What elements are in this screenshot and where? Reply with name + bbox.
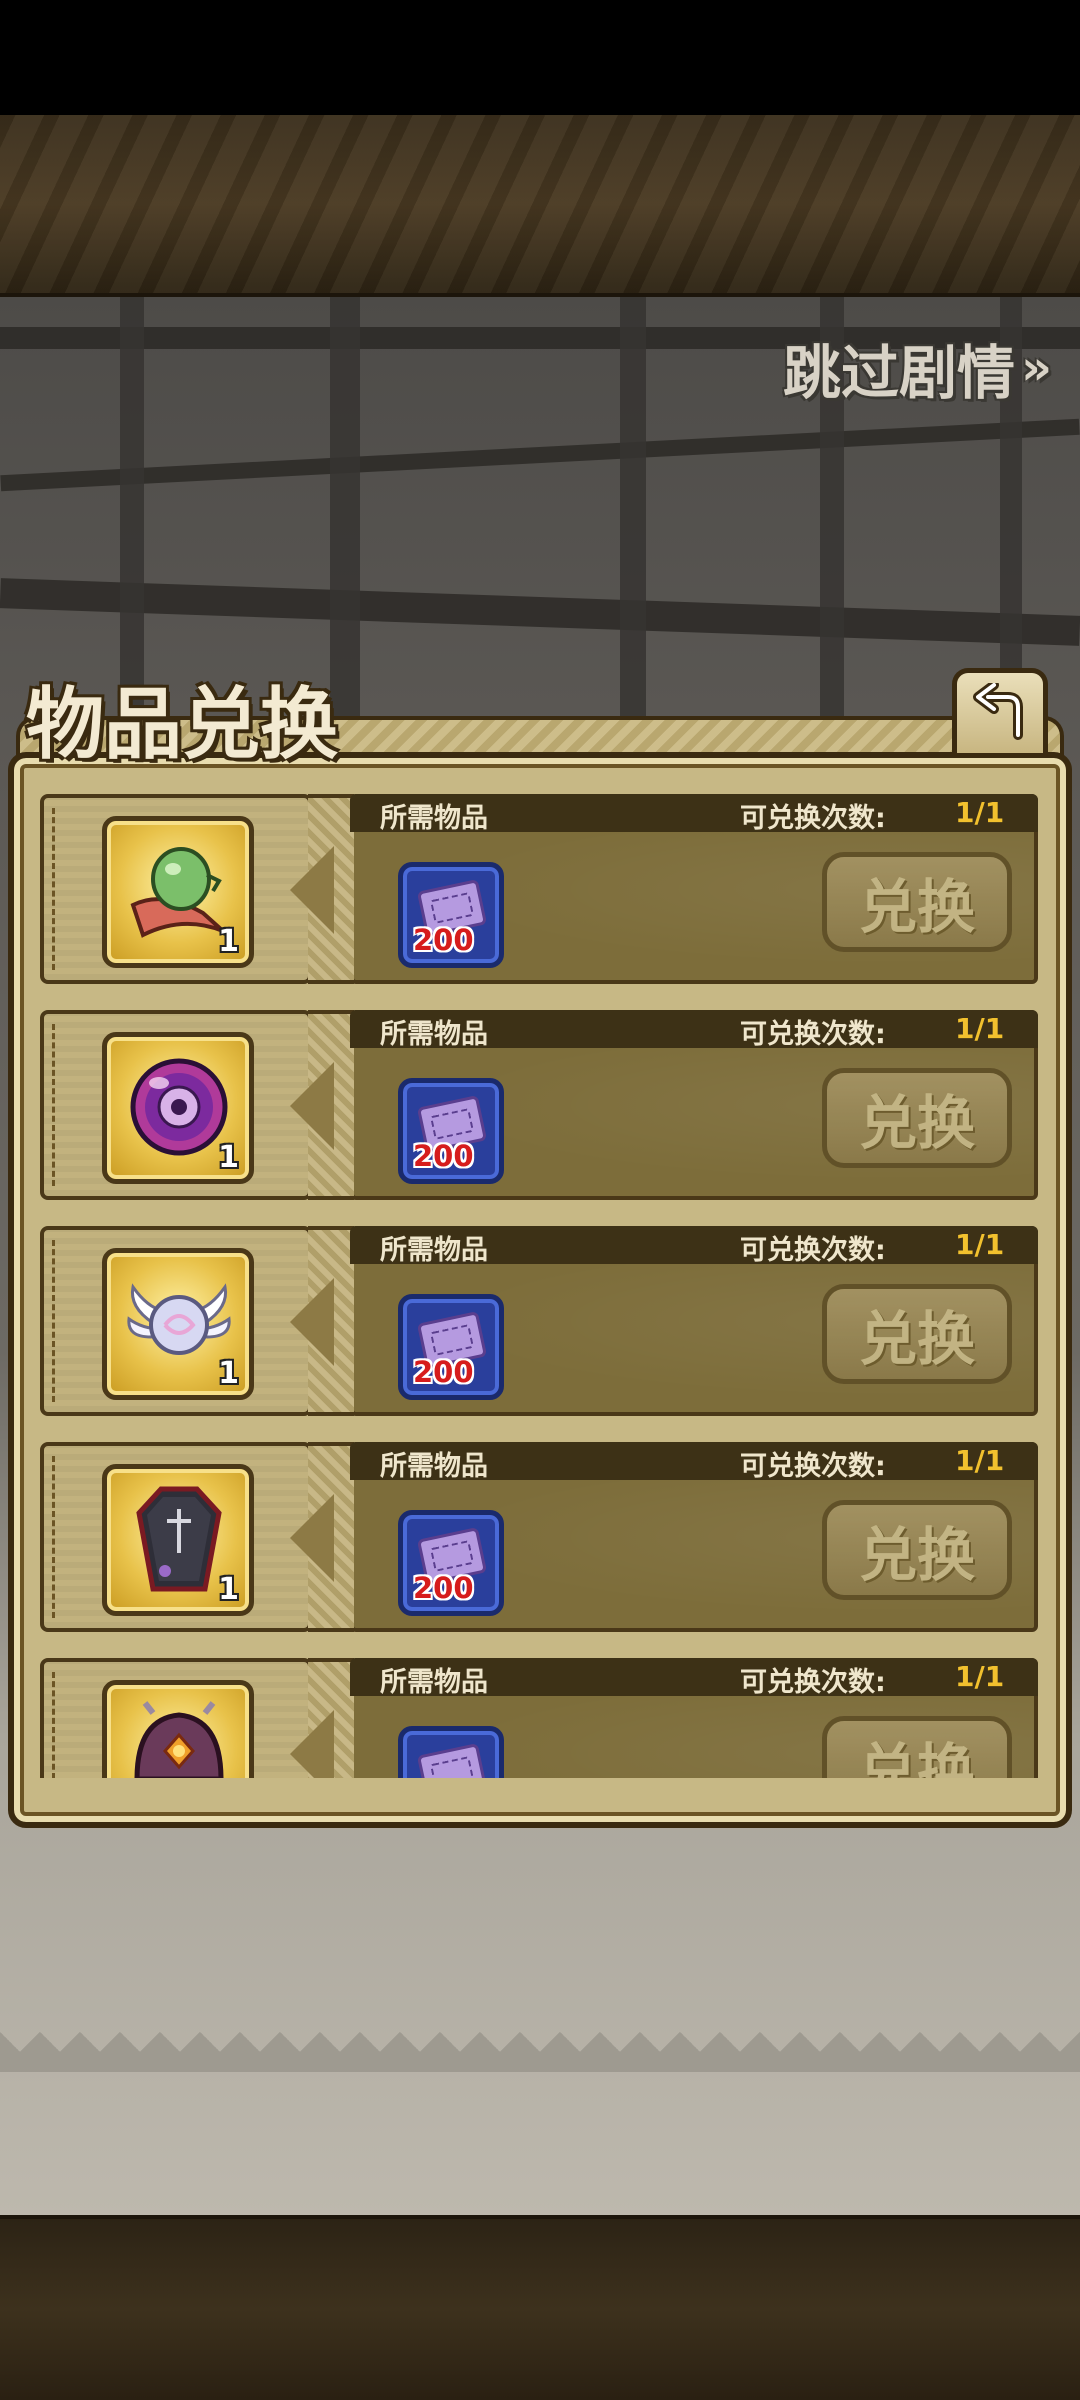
required-items-label: 所需物品 bbox=[380, 803, 488, 834]
required-items-label: 所需物品 bbox=[380, 1019, 488, 1050]
helmet-icon bbox=[134, 1701, 224, 1778]
exchange-count-label: 可兑换次数: bbox=[740, 1667, 886, 1698]
reward-item-slot[interactable]: 1 bbox=[102, 816, 254, 968]
reward-item-slot[interactable]: 1 bbox=[102, 1248, 254, 1400]
cost-quantity: 200 bbox=[413, 1139, 474, 1173]
reward-quantity: 1 bbox=[218, 1140, 239, 1175]
cost-item-slot[interactable]: 200 bbox=[398, 1510, 504, 1616]
arrow-left-icon bbox=[290, 846, 334, 934]
exchange-count-value: 1/1 bbox=[955, 1444, 1005, 1477]
cost-item-slot[interactable]: 200 bbox=[398, 1078, 504, 1184]
skip-story-label: 跳过剧情 bbox=[782, 339, 1015, 407]
reward-item-slot[interactable]: 1 bbox=[102, 1032, 254, 1184]
return-arrow-icon bbox=[973, 683, 1023, 740]
skip-story-button[interactable]: 跳过剧情 » bbox=[783, 328, 1052, 408]
exchange-count-label: 可兑换次数: bbox=[740, 803, 886, 834]
required-items-label: 所需物品 bbox=[380, 1451, 488, 1482]
exchange-row: 所需物品 可兑换次数: 1/1 1 200 兑换 bbox=[40, 1222, 1040, 1420]
reward-item-slot[interactable] bbox=[102, 1680, 254, 1778]
status-bar-area bbox=[0, 0, 1080, 115]
exchange-count-label: 可兑换次数: bbox=[740, 1019, 886, 1050]
exchange-list[interactable]: 所需物品 可兑换次数: 1/1 1 200 兑换 所需物品 可兑换次数: 1/1 bbox=[40, 790, 1040, 1778]
arrow-left-icon bbox=[290, 1494, 334, 1582]
exchange-count-label: 可兑换次数: bbox=[740, 1451, 886, 1482]
reward-item-slot[interactable]: 1 bbox=[102, 1464, 254, 1616]
ground-edge bbox=[0, 2032, 1080, 2072]
exchange-count-value: 1/1 bbox=[955, 1228, 1005, 1261]
exchange-row: 所需物品 可兑换次数: 1/1 1 200 兑换 bbox=[40, 1438, 1040, 1636]
exchange-count-label: 可兑换次数: bbox=[740, 1235, 886, 1266]
cost-item-slot[interactable]: 200 bbox=[398, 1294, 504, 1400]
purple-ticket-icon bbox=[416, 1743, 488, 1778]
reward-quantity: 1 bbox=[218, 1572, 239, 1607]
reward-quantity: 1 bbox=[218, 924, 239, 959]
arrow-left-icon bbox=[290, 1278, 334, 1366]
top-decor-band bbox=[0, 115, 1080, 297]
back-button[interactable] bbox=[952, 668, 1048, 758]
arrow-left-icon bbox=[290, 1062, 334, 1150]
bottom-decor-band bbox=[0, 2215, 1080, 2400]
cost-quantity: 200 bbox=[413, 1571, 474, 1605]
cost-quantity: 200 bbox=[413, 923, 474, 957]
exchange-row: 所需物品 可兑换次数: 1/1 兑换 bbox=[40, 1654, 1040, 1778]
exchange-count-value: 1/1 bbox=[955, 1012, 1005, 1045]
cost-item-slot[interactable] bbox=[398, 1726, 504, 1778]
required-items-label: 所需物品 bbox=[380, 1235, 488, 1266]
redeem-button[interactable]: 兑换 bbox=[822, 1716, 1012, 1778]
exchange-row: 所需物品 可兑换次数: 1/1 1 200 兑换 bbox=[40, 1006, 1040, 1204]
double-chevron-icon: » bbox=[1020, 340, 1052, 396]
redeem-button[interactable]: 兑换 bbox=[822, 1068, 1012, 1168]
redeem-button[interactable]: 兑换 bbox=[822, 1500, 1012, 1600]
redeem-button[interactable]: 兑换 bbox=[822, 852, 1012, 952]
arrow-left-icon bbox=[290, 1710, 334, 1778]
cost-quantity: 200 bbox=[413, 1355, 474, 1389]
panel-title: 物品兑换 bbox=[26, 679, 339, 770]
redeem-button[interactable]: 兑换 bbox=[822, 1284, 1012, 1384]
exchange-row: 所需物品 可兑换次数: 1/1 1 200 兑换 bbox=[40, 790, 1040, 988]
required-items-label: 所需物品 bbox=[380, 1667, 488, 1698]
reward-quantity: 1 bbox=[218, 1356, 239, 1391]
exchange-count-value: 1/1 bbox=[955, 796, 1005, 829]
exchange-count-value: 1/1 bbox=[955, 1660, 1005, 1693]
cost-item-slot[interactable]: 200 bbox=[398, 862, 504, 968]
